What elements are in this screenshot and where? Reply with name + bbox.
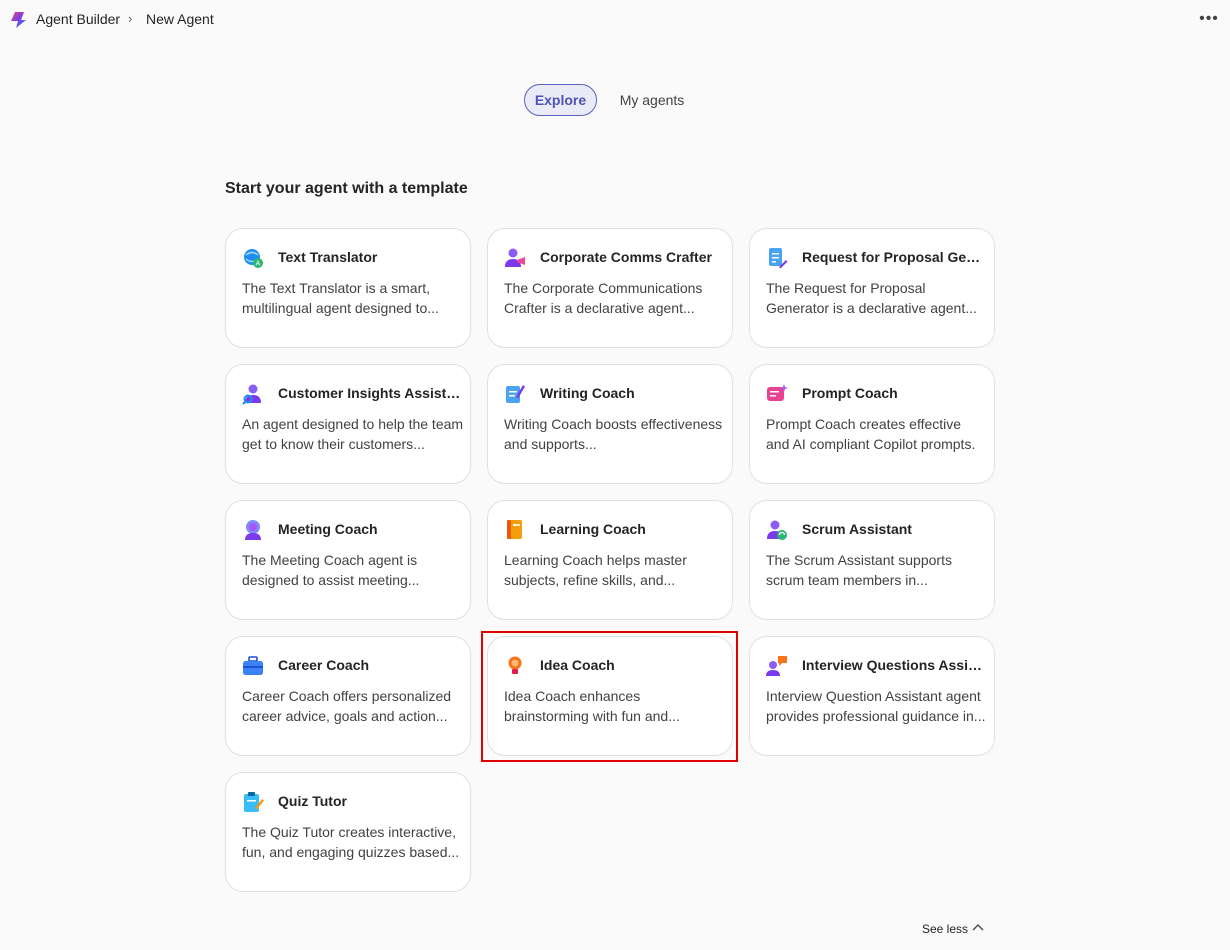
template-card-meeting-coach[interactable]: Meeting Coach The Meeting Coach agent is… — [225, 500, 471, 620]
template-title: Learning Coach — [540, 521, 646, 537]
template-card-text-translator[interactable]: A Text Translator The Text Translator is… — [225, 228, 471, 348]
template-title: Quiz Tutor — [278, 793, 347, 809]
template-description: Learning Coach helps master subjects, re… — [504, 552, 687, 588]
template-card-quiz-tutor[interactable]: Quiz Tutor The Quiz Tutor creates intera… — [225, 772, 471, 892]
chevron-up-icon[interactable] — [970, 920, 986, 936]
template-card-customer-insights-assistant[interactable]: Customer Insights Assistant An agent des… — [225, 364, 471, 484]
template-card-writing-coach[interactable]: Writing Coach Writing Coach boosts effec… — [487, 364, 733, 484]
template-title: Customer Insights Assistant — [278, 385, 462, 401]
template-card-prompt-coach[interactable]: Prompt Coach Prompt Coach creates effect… — [749, 364, 995, 484]
template-title: Prompt Coach — [802, 385, 898, 401]
breadcrumb-chevron-icon: › — [128, 11, 133, 26]
tab-my-agents[interactable]: My agents — [610, 84, 694, 116]
template-description: The Request for Proposal Generator is a … — [766, 280, 977, 316]
top-bar: Agent Builder › New Agent ••• — [0, 0, 1230, 40]
document-pen-icon — [506, 385, 525, 403]
template-title: Writing Coach — [540, 385, 635, 401]
template-card-corporate-comms-crafter[interactable]: Corporate Comms Crafter The Corporate Co… — [487, 228, 733, 348]
tab-explore[interactable]: Explore — [524, 84, 597, 116]
template-card-learning-coach[interactable]: Learning Coach Learning Coach helps mast… — [487, 500, 733, 620]
breadcrumb-agent-builder[interactable]: Agent Builder — [36, 11, 120, 27]
template-description: The Text Translator is a smart, multilin… — [242, 280, 439, 316]
template-title: Career Coach — [278, 657, 370, 673]
agent-builder-logo-icon — [11, 12, 26, 28]
person-search-icon — [242, 384, 261, 405]
template-title: Meeting Coach — [278, 521, 378, 537]
more-options-icon[interactable]: ••• — [1198, 8, 1220, 30]
template-description: Prompt Coach creates effective and AI co… — [766, 416, 976, 452]
template-card-request-for-proposal-generator[interactable]: Request for Proposal Generator The Reque… — [749, 228, 995, 348]
template-card-scrum-assistant[interactable]: Scrum Assistant The Scrum Assistant supp… — [749, 500, 995, 620]
template-title: Corporate Comms Crafter — [540, 249, 712, 265]
prompt-sparkle-icon — [767, 384, 788, 401]
template-title: Text Translator — [278, 249, 378, 265]
person-megaphone-icon — [505, 248, 525, 267]
person-headset-icon — [245, 520, 261, 540]
template-title: Idea Coach — [540, 657, 615, 673]
book-icon — [507, 520, 522, 539]
svg-text:A: A — [256, 260, 261, 268]
document-edit-icon — [769, 248, 788, 269]
template-description: The Scrum Assistant supports scrum team … — [766, 552, 952, 588]
section-title: Start your agent with a template — [225, 180, 468, 197]
template-description: An agent designed to help the team get t… — [242, 416, 464, 452]
lightbulb-icon — [508, 656, 522, 674]
breadcrumb-new-agent: New Agent — [146, 11, 214, 27]
template-card-career-coach[interactable]: Career Coach Career Coach offers persona… — [225, 636, 471, 756]
template-description: Idea Coach enhances brainstorming with f… — [504, 688, 680, 724]
template-card-interview-questions-assistant[interactable]: Interview Questions Assistant Interview … — [749, 636, 995, 756]
person-chat-icon — [766, 656, 787, 676]
template-title: Interview Questions Assistant — [802, 657, 986, 673]
template-title: Request for Proposal Generator — [802, 249, 986, 265]
globe-translate-icon: A — [244, 249, 263, 268]
briefcase-icon — [243, 656, 263, 675]
template-description: The Corporate Communications Crafter is … — [504, 280, 703, 316]
template-card-idea-coach[interactable]: Idea Coach Idea Coach enhances brainstor… — [487, 636, 733, 756]
template-description: Writing Coach boosts effectiveness and s… — [504, 416, 723, 452]
template-description: The Meeting Coach agent is designed to a… — [242, 552, 420, 588]
person-sync-icon — [767, 520, 787, 540]
template-description: Interview Question Assistant agent provi… — [766, 688, 986, 724]
clipboard-pen-icon — [244, 792, 264, 812]
template-title: Scrum Assistant — [802, 521, 912, 537]
see-less-button[interactable]: See less — [922, 922, 968, 936]
template-description: The Quiz Tutor creates interactive, fun,… — [242, 824, 460, 860]
template-description: Career Coach offers personalized career … — [242, 688, 452, 724]
